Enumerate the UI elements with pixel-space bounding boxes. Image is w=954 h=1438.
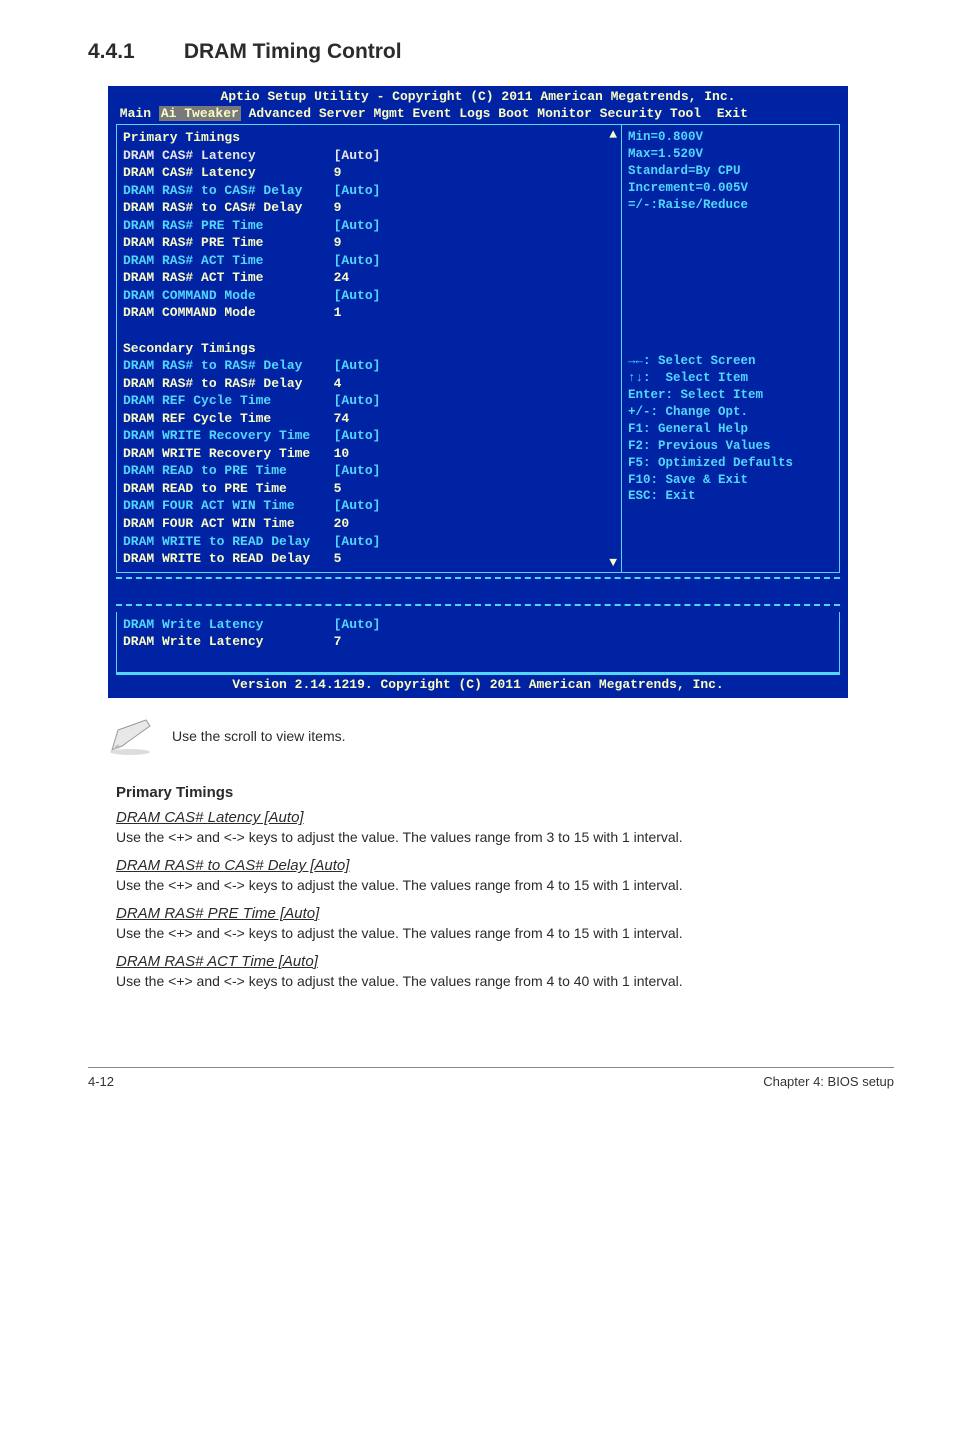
page-number: 4-12 — [88, 1074, 114, 1089]
scroll-down-icon[interactable]: ▼ — [609, 555, 617, 570]
setting-row[interactable]: DRAM READ to PRE Time [Auto] — [123, 462, 615, 480]
setting-row[interactable]: DRAM COMMAND Mode [Auto] — [123, 287, 615, 305]
setting-row[interactable]: DRAM RAS# to RAS# Delay [Auto] — [123, 357, 615, 375]
setting-row[interactable]: DRAM REF Cycle Time 74 — [123, 410, 615, 428]
tabs-post: Advanced Server Mgmt Event Logs Boot Mon… — [241, 106, 748, 121]
note-pencil-icon — [106, 716, 154, 756]
page-footer: 4-12 Chapter 4: BIOS setup — [88, 1067, 894, 1089]
help-line: Increment=0.005V — [628, 180, 833, 197]
help-line: Min=0.800V — [628, 129, 833, 146]
setting-row[interactable]: DRAM CAS# Latency [Auto] — [123, 147, 615, 165]
note-text: Use the scroll to view items. — [172, 716, 346, 744]
bios-settings-list[interactable]: ▲ Primary Timings DRAM CAS# Latency [Aut… — [116, 124, 622, 573]
setting-row[interactable]: DRAM READ to PRE Time 5 — [123, 480, 615, 498]
help-line: ↑↓: Select Item — [628, 370, 833, 387]
setting-row[interactable]: DRAM REF Cycle Time [Auto] — [123, 392, 615, 410]
setting-doc-title: DRAM RAS# PRE Time [Auto] — [116, 905, 894, 922]
bios-version-footer: Version 2.14.1219. Copyright (C) 2011 Am… — [116, 673, 840, 692]
bios-panel-continued: DRAM Write Latency [Auto]DRAM Write Late… — [108, 598, 848, 699]
setting-row[interactable]: DRAM RAS# to RAS# Delay 4 — [123, 375, 615, 393]
bios-help-panel: Min=0.800VMax=1.520VStandard=By CPUIncre… — [622, 124, 840, 573]
help-line: →←: Select Screen — [628, 353, 833, 370]
setting-row[interactable]: DRAM WRITE to READ Delay [Auto] — [123, 533, 615, 551]
setting-row[interactable]: DRAM RAS# ACT Time [Auto] — [123, 252, 615, 270]
help-line: ESC: Exit — [628, 488, 833, 505]
primary-timings-header: Primary Timings — [123, 129, 615, 147]
help-line: F2: Previous Values — [628, 438, 833, 455]
setting-row[interactable]: DRAM WRITE Recovery Time [Auto] — [123, 427, 615, 445]
setting-doc-text: Use the <+> and <-> keys to adjust the v… — [116, 924, 894, 943]
setting-row[interactable]: DRAM FOUR ACT WIN Time [Auto] — [123, 497, 615, 515]
help-line: F10: Save & Exit — [628, 472, 833, 489]
setting-row[interactable]: DRAM CAS# Latency 9 — [123, 164, 615, 182]
setting-row[interactable]: DRAM FOUR ACT WIN Time 20 — [123, 515, 615, 533]
setting-row[interactable]: DRAM RAS# PRE Time [Auto] — [123, 217, 615, 235]
help-line: +/-: Change Opt. — [628, 404, 833, 421]
primary-timings-heading: Primary Timings — [116, 784, 894, 801]
setting-row[interactable]: DRAM RAS# PRE Time 9 — [123, 234, 615, 252]
help-line: =/-:Raise/Reduce — [628, 197, 833, 214]
setting-doc-title: DRAM RAS# to CAS# Delay [Auto] — [116, 857, 894, 874]
setting-row[interactable]: DRAM RAS# to CAS# Delay [Auto] — [123, 182, 615, 200]
help-line: Max=1.520V — [628, 146, 833, 163]
setting-row[interactable]: DRAM Write Latency 7 — [123, 633, 833, 651]
setting-doc-text: Use the <+> and <-> keys to adjust the v… — [116, 876, 894, 895]
help-line: F5: Optimized Defaults — [628, 455, 833, 472]
section-number: 4.4.1 — [88, 40, 178, 64]
bios-panel: Aptio Setup Utility - Copyright (C) 2011… — [108, 86, 848, 599]
section-heading: 4.4.1 DRAM Timing Control — [88, 40, 894, 64]
setting-doc-text: Use the <+> and <-> keys to adjust the v… — [116, 828, 894, 847]
setting-doc-title: DRAM RAS# ACT Time [Auto] — [116, 953, 894, 970]
setting-row[interactable]: DRAM RAS# to CAS# Delay 9 — [123, 199, 615, 217]
scroll-up-icon[interactable]: ▲ — [609, 127, 617, 142]
setting-doc-text: Use the <+> and <-> keys to adjust the v… — [116, 972, 894, 991]
tab-active[interactable]: Ai Tweaker — [159, 106, 241, 121]
bios-tab-bar: Main Ai Tweaker Advanced Server Mgmt Eve… — [108, 105, 848, 124]
help-line: F1: General Help — [628, 421, 833, 438]
secondary-timings-header: Secondary Timings — [123, 340, 615, 358]
setting-doc-title: DRAM CAS# Latency [Auto] — [116, 809, 894, 826]
help-line: Standard=By CPU — [628, 163, 833, 180]
bios-settings-list-continued[interactable]: DRAM Write Latency [Auto]DRAM Write Late… — [116, 612, 840, 674]
setting-row[interactable]: DRAM WRITE to READ Delay 5 — [123, 550, 615, 568]
section-title-text: DRAM Timing Control — [184, 40, 402, 63]
setting-row[interactable]: DRAM COMMAND Mode 1 — [123, 304, 615, 322]
setting-row[interactable]: DRAM Write Latency [Auto] — [123, 616, 833, 634]
bios-title: Aptio Setup Utility - Copyright (C) 2011… — [108, 86, 848, 105]
chapter-label: Chapter 4: BIOS setup — [763, 1074, 894, 1089]
setting-row[interactable]: DRAM RAS# ACT Time 24 — [123, 269, 615, 287]
help-line: Enter: Select Item — [628, 387, 833, 404]
tabs-pre: Main — [112, 106, 159, 121]
setting-row[interactable]: DRAM WRITE Recovery Time 10 — [123, 445, 615, 463]
